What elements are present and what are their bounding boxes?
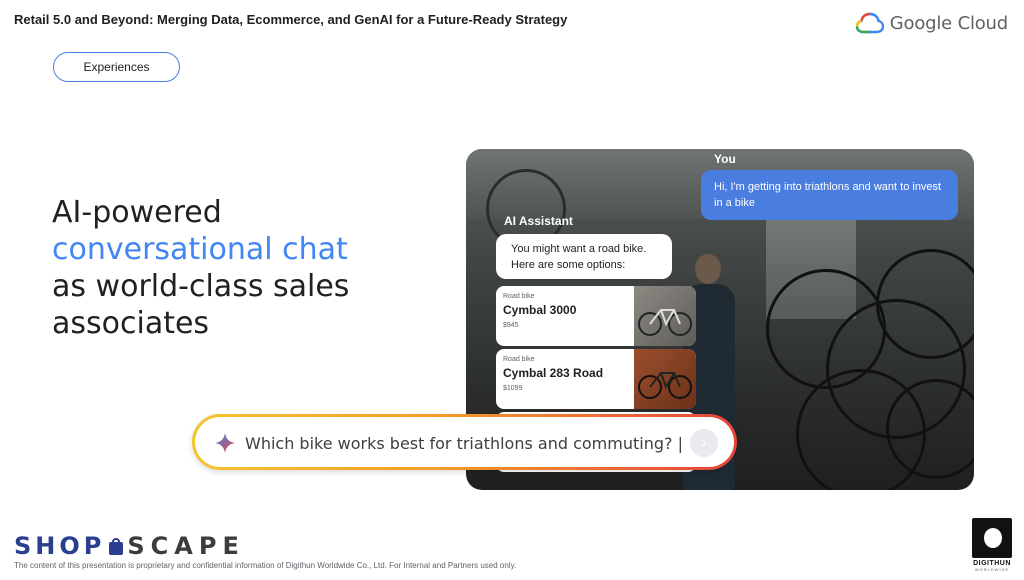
product-card-cymbal-3000[interactable]: Road bike Cymbal 3000 $945 <box>496 286 696 346</box>
assistant-label: AI Assistant <box>504 214 573 228</box>
product-price: $945 <box>503 322 519 329</box>
google-cloud-wordmark: Google Cloud <box>889 12 1008 34</box>
chevron-right-icon: › <box>701 434 707 451</box>
product-price: $1099 <box>503 385 523 392</box>
digithun-logo: DIGITHUN WORLDWIDE <box>972 518 1012 576</box>
assistant-message-bubble: You might want a road bike. Here are som… <box>496 234 672 279</box>
digithun-mark-icon <box>972 518 1012 558</box>
shopscape-logo: SHOP SCAPE <box>14 532 245 560</box>
assistant-message-line-2: Here are some options: <box>511 259 626 271</box>
product-thumbnail <box>634 349 696 409</box>
headline-line-3: as world-class sales <box>52 269 350 304</box>
product-thumbnail <box>634 286 696 346</box>
headline: AI-powered conversational chat as world-… <box>52 194 349 342</box>
product-type: Road bike <box>503 356 535 363</box>
send-button[interactable]: › <box>690 429 718 457</box>
digithun-subtitle: WORLDWIDE <box>974 567 1010 572</box>
slide-title: Retail 5.0 and Beyond: Merging Data, Eco… <box>14 12 568 27</box>
bicycle-icon <box>638 372 692 399</box>
product-type: Road bike <box>503 293 535 300</box>
product-name: Cymbal 283 Road <box>503 366 604 380</box>
product-card-cymbal-283-road[interactable]: Road bike Cymbal 283 Road $1099 <box>496 349 696 409</box>
headline-line-2: conversational chat <box>52 232 348 267</box>
sparkle-icon <box>215 433 235 453</box>
digithun-name: DIGITHUN <box>973 560 1011 567</box>
headline-line-4: associates <box>52 306 210 341</box>
google-cloud-icon <box>855 12 884 34</box>
user-label: You <box>714 152 736 166</box>
headline-line-1: AI-powered <box>52 195 222 230</box>
search-query-text[interactable]: Which bike works best for triathlons and… <box>245 434 683 453</box>
chat-search-bar[interactable]: Which bike works best for triathlons and… <box>192 414 737 470</box>
product-name: Cymbal 3000 <box>503 303 577 317</box>
google-cloud-logo: Google Cloud <box>855 12 1008 34</box>
confidentiality-note: The content of this presentation is prop… <box>14 561 517 570</box>
bicycle-icon <box>638 309 692 336</box>
experiences-pill-button[interactable]: Experiences <box>53 52 180 82</box>
shopscape-logo-shop: SHOP <box>14 532 106 560</box>
assistant-message-line-1: You might want a road bike. <box>511 243 647 255</box>
user-message-bubble: Hi, I'm getting into triathlons and want… <box>701 170 958 220</box>
shopping-bag-icon <box>109 538 124 555</box>
shopscape-logo-scape: SCAPE <box>127 532 245 560</box>
